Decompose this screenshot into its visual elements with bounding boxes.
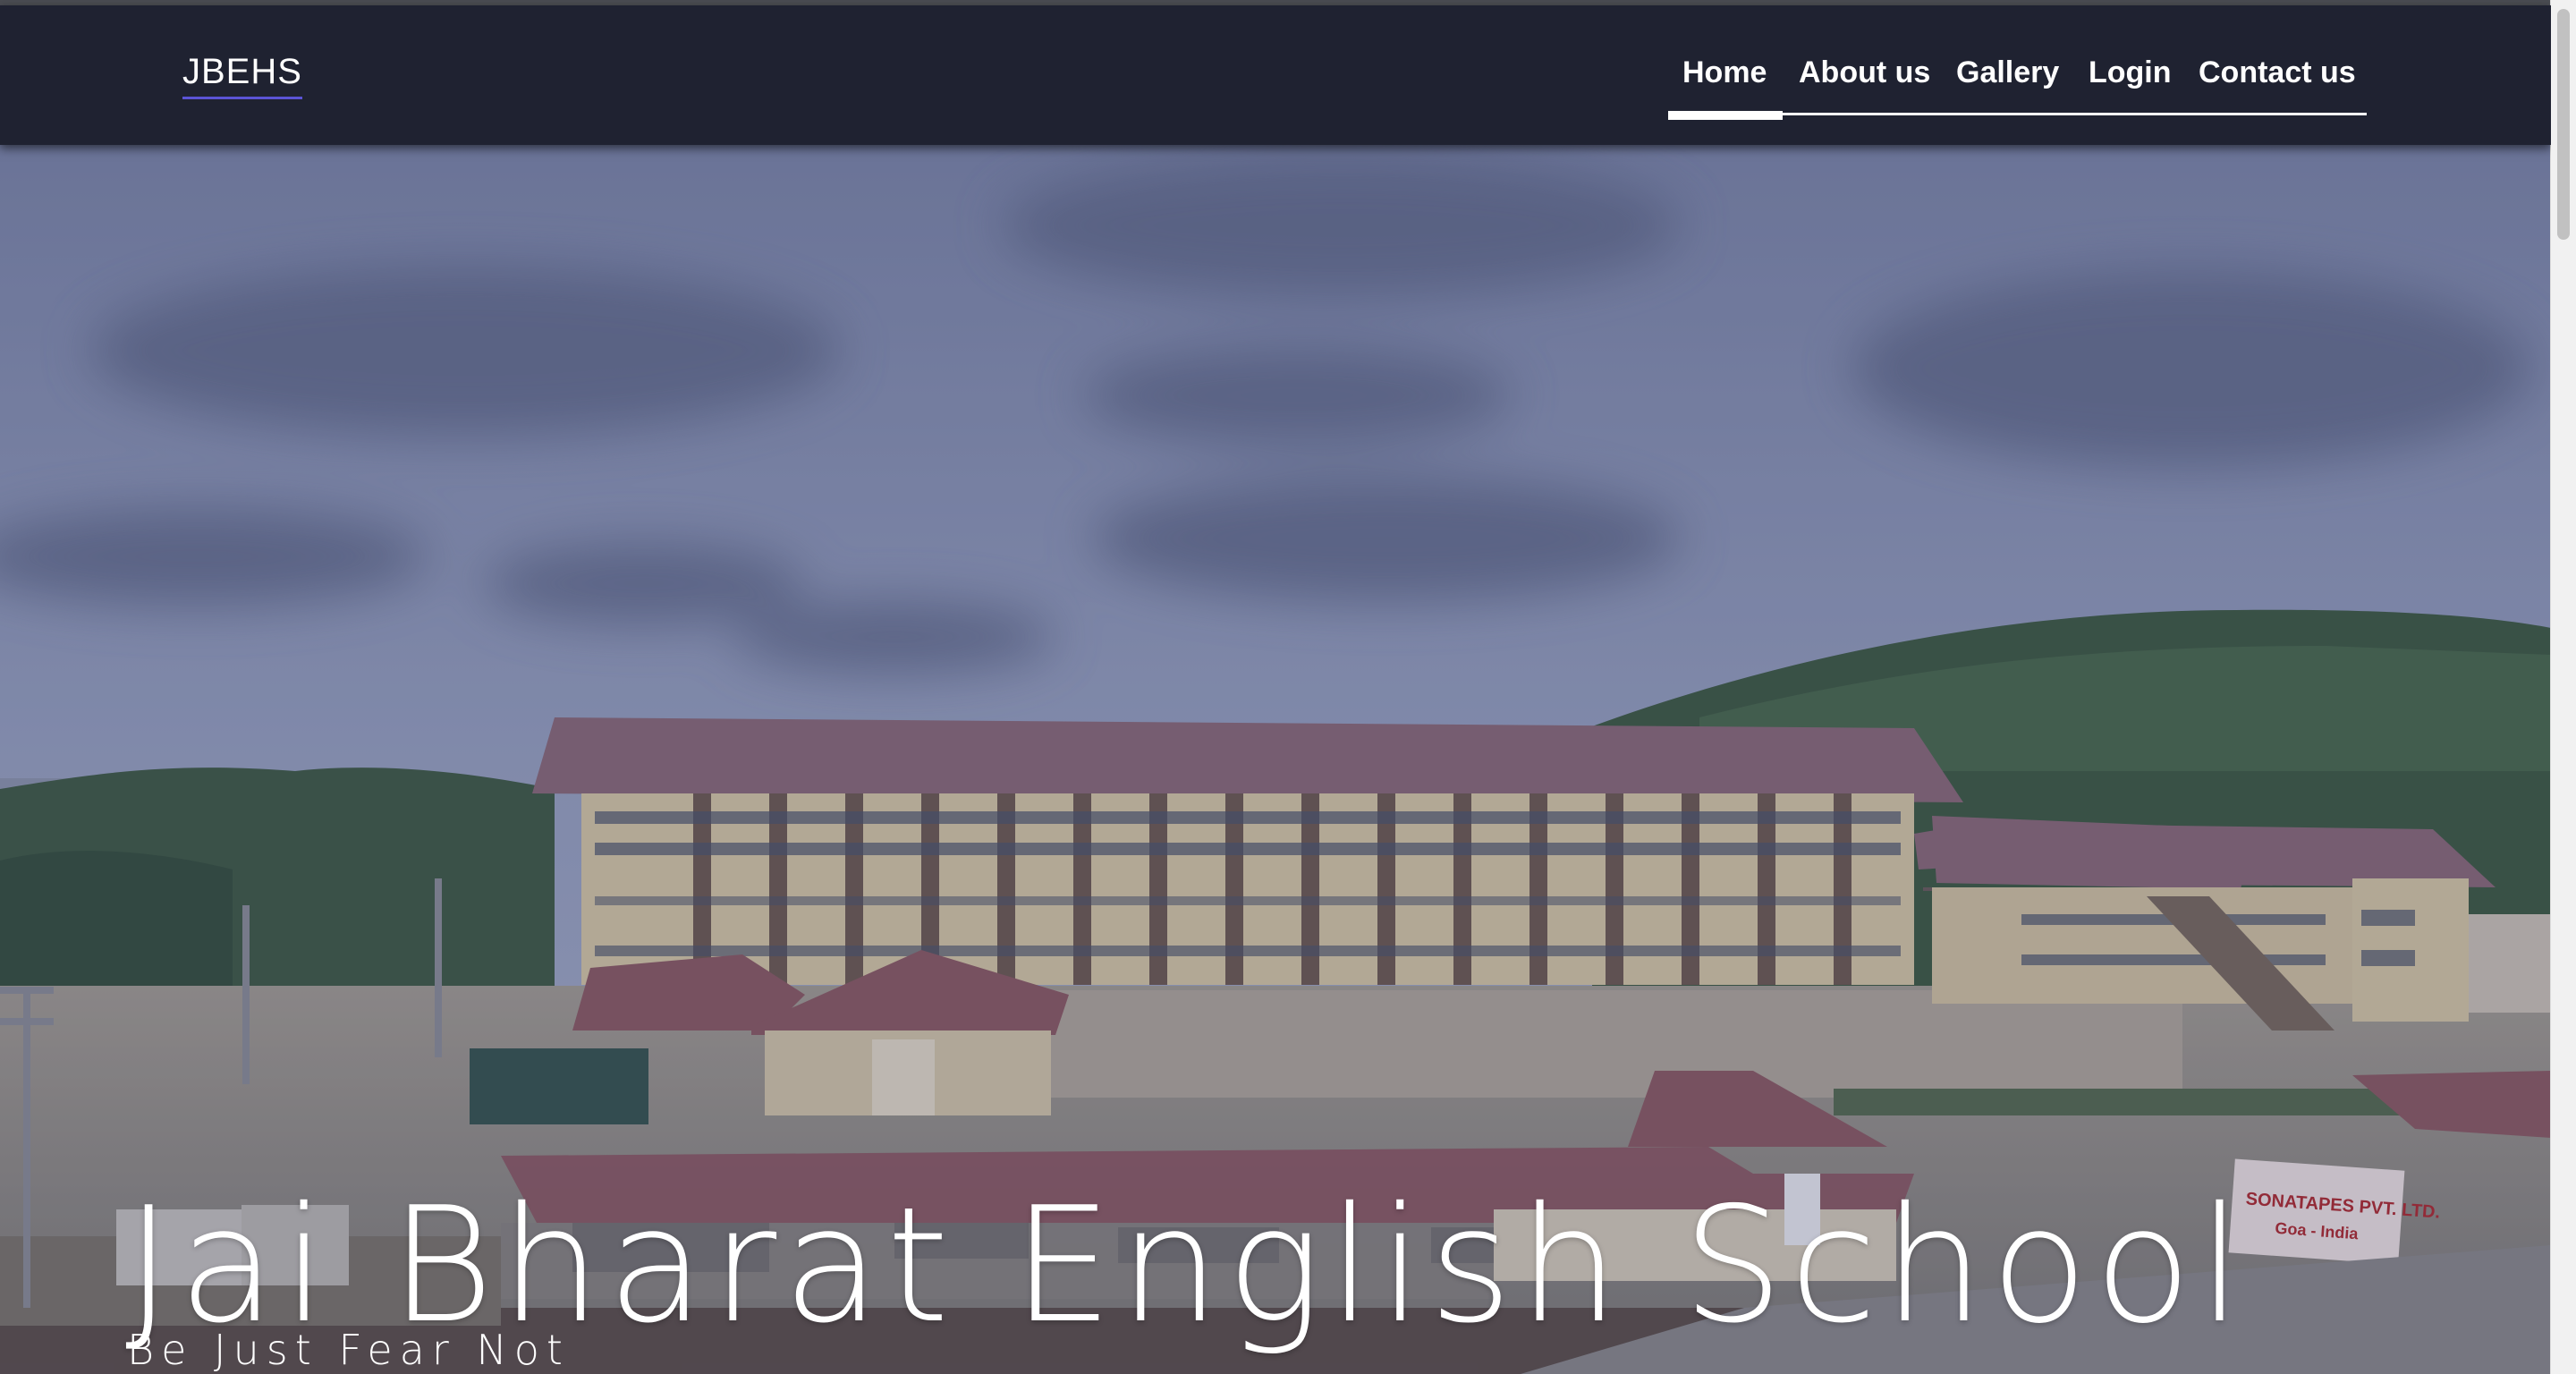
nav-active-indicator (1668, 111, 1783, 120)
main-nav: Home About us Gallery Login Contact us (1668, 48, 2367, 123)
nav-home[interactable]: Home (1682, 57, 1767, 88)
nav-about-us[interactable]: About us (1799, 57, 1930, 88)
hero-section: SONATAPES PVT. LTD. Goa - India Jai Bhar… (0, 145, 2551, 1374)
hero-title: Jai Bharat English School (125, 1173, 2249, 1359)
nav-contact-us[interactable]: Contact us (2199, 57, 2356, 88)
page: JBEHS Home About us Gallery Login Contac… (0, 0, 2551, 1374)
page-scrollbar[interactable] (2550, 0, 2576, 1374)
navbar: JBEHS Home About us Gallery Login Contac… (0, 5, 2551, 145)
nav-login[interactable]: Login (2089, 57, 2172, 88)
nav-gallery[interactable]: Gallery (1956, 57, 2059, 88)
brand-logo[interactable]: JBEHS (182, 54, 302, 99)
scrollbar-thumb[interactable] (2557, 9, 2570, 240)
hero-tagline: Be Just Fear Not (127, 1326, 570, 1374)
